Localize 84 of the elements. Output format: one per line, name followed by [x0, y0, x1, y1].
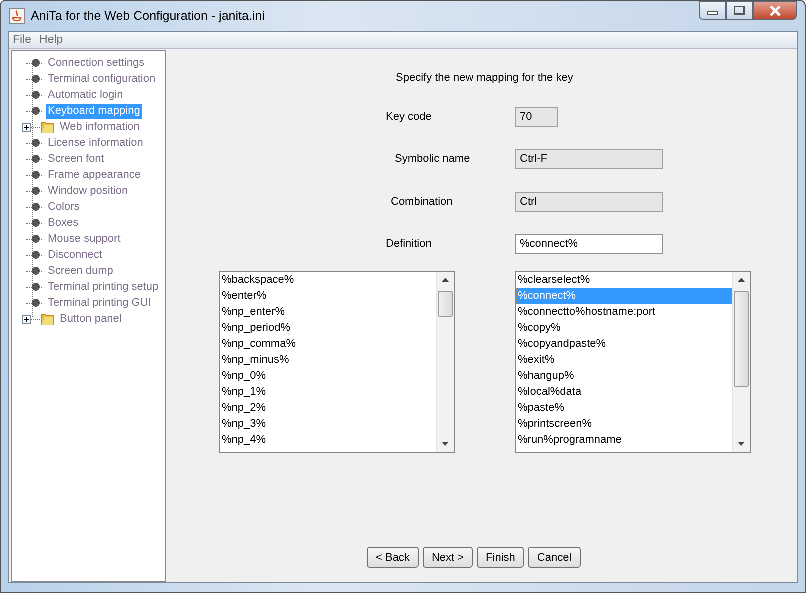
tree-item[interactable]: Mouse support [46, 232, 123, 246]
field-label: Symbolic name [395, 153, 472, 165]
text-field[interactable]: %connect% [515, 234, 663, 254]
list-item[interactable]: %printscreen% [516, 416, 732, 432]
bullet-icon [29, 184, 43, 198]
list-item[interactable]: %np_enter% [220, 304, 436, 320]
scroll-down-icon[interactable] [441, 439, 450, 448]
tree-item[interactable]: Terminal printing GUI [46, 296, 154, 310]
list-item[interactable]: %hangup% [516, 368, 732, 384]
scrollbar[interactable] [732, 272, 750, 452]
list-item[interactable]: %exit% [516, 352, 732, 368]
expand-icon[interactable] [22, 314, 31, 324]
tree-item[interactable]: Terminal printing setup [46, 280, 161, 294]
scroll-up-icon[interactable] [441, 276, 450, 285]
list-item[interactable]: %connectto%hostname:port [516, 304, 732, 320]
bullet-icon [29, 72, 43, 86]
bullet-icon [29, 152, 43, 166]
bullet-icon [29, 136, 43, 150]
maximize-icon [734, 6, 745, 15]
tree-item[interactable]: Screen dump [46, 264, 116, 278]
list-item[interactable]: %enter% [220, 288, 436, 304]
field-label: Definition [386, 238, 433, 250]
bullet-icon [29, 264, 43, 278]
tree-item[interactable]: Frame appearance [46, 168, 143, 182]
close-button[interactable] [753, 1, 797, 20]
tree-item[interactable]: Disconnect [46, 248, 104, 262]
field-label: Combination [391, 196, 454, 208]
bullet-icon [29, 232, 43, 246]
wizard-button[interactable]: < Back [367, 547, 419, 568]
list-item[interactable]: %np_3% [220, 416, 436, 432]
list-item[interactable]: %backspace% [220, 272, 436, 288]
field-label: Key code [386, 111, 433, 123]
menu-item[interactable]: File [13, 34, 32, 46]
tree-item[interactable]: Automatic login [46, 88, 126, 102]
minimize-button[interactable] [699, 1, 726, 20]
list-item[interactable]: %np_period% [220, 320, 436, 336]
tree-item[interactable]: Colors [46, 200, 82, 214]
bullet-icon [29, 280, 43, 294]
tree-item[interactable]: Terminal configuration [46, 72, 158, 86]
list-item[interactable]: %local%data [516, 384, 732, 400]
bullet-icon [29, 216, 43, 230]
folder-icon [41, 312, 55, 326]
bullet-icon [29, 248, 43, 262]
scroll-thumb[interactable] [438, 291, 453, 317]
bullet-icon [29, 104, 43, 118]
scroll-down-icon[interactable] [737, 439, 746, 448]
wizard-button[interactable]: Cancel [528, 547, 581, 568]
list-item[interactable]: %clearselect% [516, 272, 732, 288]
scroll-thumb[interactable] [734, 291, 749, 387]
scroll-up-icon[interactable] [737, 276, 746, 285]
maximize-button[interactable] [726, 1, 753, 20]
bullet-icon [29, 296, 43, 310]
bullet-icon [29, 56, 43, 70]
list-item[interactable]: %copyandpaste% [516, 336, 732, 352]
list-item[interactable]: %np_4% [220, 432, 436, 448]
expand-icon[interactable] [22, 122, 31, 132]
menu-item[interactable]: Help [40, 34, 64, 46]
window-title: AniTa for the Web Configuration - janita.ini [31, 9, 266, 23]
list-item[interactable]: %np_comma% [220, 336, 436, 352]
tree-item[interactable]: Screen font [46, 152, 106, 166]
tree-item[interactable]: Window position [46, 184, 130, 198]
list-item[interactable]: %np_0% [220, 368, 436, 384]
list-item[interactable]: %run%programname [516, 432, 732, 448]
wizard-button[interactable]: Next > [422, 547, 474, 568]
list-item[interactable]: %copy% [516, 320, 732, 336]
bullet-icon [29, 88, 43, 102]
minimize-icon [707, 11, 718, 15]
folder-icon [41, 120, 55, 134]
list-item[interactable]: %np_1% [220, 384, 436, 400]
scrollbar[interactable] [436, 272, 454, 452]
bullet-icon [29, 200, 43, 214]
tree-item[interactable]: Connection settings [46, 56, 147, 70]
bullet-icon [29, 168, 43, 182]
close-icon [770, 6, 780, 16]
list-item[interactable]: %np_minus% [220, 352, 436, 368]
list-item[interactable]: %paste% [516, 400, 732, 416]
tree-item[interactable]: License information [46, 136, 146, 150]
tree-item[interactable]: Button panel [58, 312, 124, 326]
list-item[interactable]: %np_2% [220, 400, 436, 416]
app-icon [9, 8, 25, 24]
form-heading: Specify the new mapping for the key [396, 72, 574, 86]
tree-item[interactable]: Web information [58, 120, 142, 134]
tree-item[interactable]: Boxes [46, 216, 81, 230]
wizard-button[interactable]: Finish [477, 547, 524, 568]
